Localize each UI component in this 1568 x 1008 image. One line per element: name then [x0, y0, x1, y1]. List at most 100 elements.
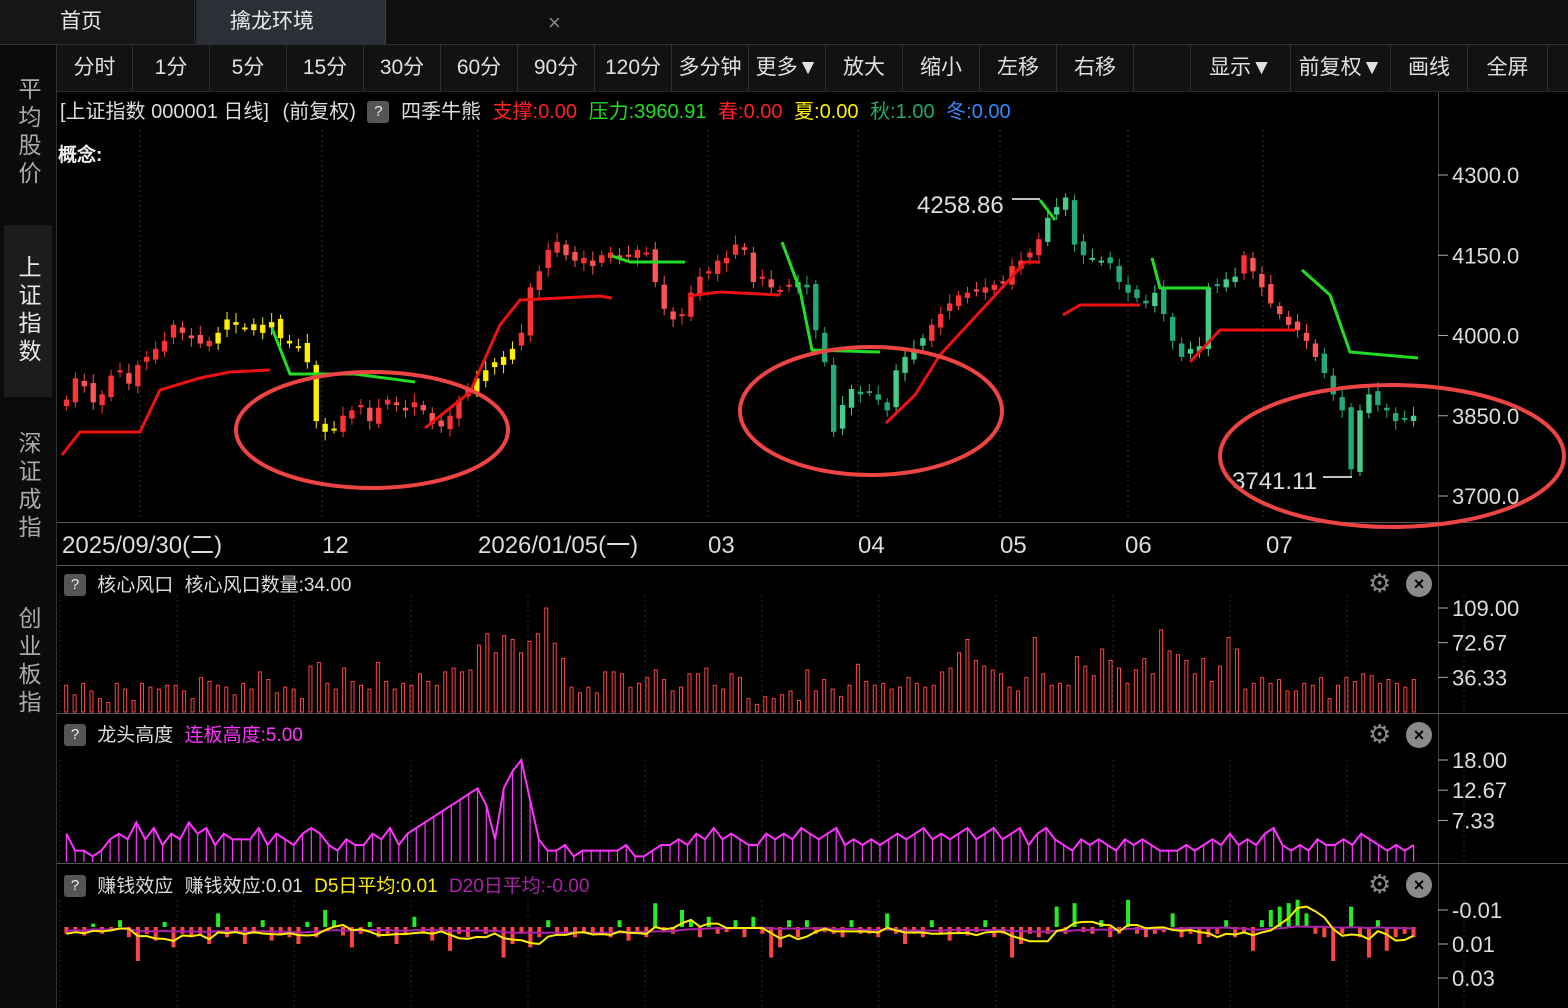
money-effect-bar	[207, 927, 212, 944]
core-wind-bar	[1352, 680, 1357, 713]
core-wind-bar	[738, 677, 742, 713]
money-effect-bar	[135, 927, 140, 961]
core-wind-bar	[788, 690, 793, 713]
core-wind-bar	[384, 680, 389, 713]
core-wind-bar	[1335, 684, 1340, 713]
candle-body	[527, 287, 534, 336]
pressure-line	[780, 241, 881, 354]
y-tick-label: 0.03	[1452, 966, 1495, 991]
high-price-label: 4258.86	[917, 192, 1004, 219]
candle-body	[750, 252, 757, 282]
core-wind-bar	[956, 652, 961, 713]
money-effect-bar	[1170, 913, 1175, 927]
money-effect-bar	[1108, 927, 1113, 938]
candle-body	[920, 338, 926, 346]
core-wind-bar	[1117, 667, 1122, 713]
core-wind-bar	[375, 661, 380, 713]
candle-body	[777, 290, 783, 293]
core-wind-bar	[409, 684, 414, 713]
support-line	[424, 294, 613, 430]
core-wind-bar	[468, 669, 473, 713]
money-effect-bar	[242, 927, 247, 944]
money-effect-bar	[216, 913, 221, 927]
core-wind-bar	[1226, 637, 1231, 713]
core-wind-bar	[1378, 682, 1383, 713]
candle-body	[233, 322, 239, 325]
money-effect-bar	[528, 927, 533, 948]
core-wind-bar	[889, 688, 894, 713]
core-wind-bar	[940, 671, 945, 713]
core-wind-bar	[1066, 684, 1071, 713]
core-wind-bar	[628, 686, 633, 713]
core-wind-bar	[990, 669, 995, 713]
money-effect-bar	[367, 921, 372, 927]
money-effect-bar	[180, 927, 185, 934]
candle-body	[875, 394, 881, 400]
candle-body	[1089, 257, 1096, 260]
core-wind-bar	[81, 682, 86, 713]
core-wind-bar	[1268, 682, 1273, 713]
money-effect-bar	[617, 920, 622, 927]
core-wind-bar	[443, 671, 448, 713]
candle-body	[1223, 279, 1229, 288]
candle-body	[1410, 415, 1417, 422]
core-wind-bar	[1251, 682, 1256, 713]
candle-body	[1107, 257, 1113, 264]
candle-body	[991, 284, 997, 291]
core-wind-bar	[973, 659, 978, 713]
candle-body	[536, 271, 542, 291]
core-wind-bar	[249, 688, 254, 713]
candle-body	[715, 260, 721, 274]
candle-body	[1375, 391, 1381, 406]
candle-body	[786, 284, 792, 287]
core-wind-bar	[746, 698, 751, 713]
x-tick-label: 03	[708, 532, 735, 559]
candle-body	[768, 279, 774, 288]
candle-body	[170, 324, 177, 338]
candle-body	[206, 340, 212, 347]
money-effect-bar	[510, 927, 515, 944]
money-effect-bar	[787, 920, 792, 927]
candle-body	[1348, 407, 1354, 470]
core-wind-bar	[460, 671, 465, 713]
candle-body	[590, 260, 596, 266]
index-chart[interactable]: 4300.0 4150.0 4000.0 3850.0 3700.0 2025/09/30…	[0, 0, 1568, 1008]
money-effect-bar	[1313, 927, 1318, 934]
core-wind-bar	[855, 663, 860, 713]
money-effect-bar	[965, 927, 970, 936]
core-wind-bar	[350, 680, 355, 713]
candle-body	[152, 348, 159, 360]
core-wind-bar	[1184, 659, 1189, 713]
candle-body	[1143, 300, 1149, 304]
core-wind-bar	[670, 690, 675, 713]
core-wind-bar	[232, 694, 237, 713]
money-effect-bar	[1126, 899, 1131, 927]
candle-body	[643, 252, 650, 255]
core-wind-bar	[999, 673, 1004, 713]
candle-body	[215, 332, 221, 344]
candle-body	[411, 402, 418, 408]
candle-body	[884, 402, 890, 411]
candle-body	[161, 340, 168, 352]
candle-body	[224, 319, 230, 330]
core-wind-bar	[561, 658, 566, 713]
candle-body	[402, 407, 409, 411]
candle-body	[1259, 273, 1265, 288]
core-wind-bar	[308, 665, 313, 713]
core-wind-bar	[266, 679, 271, 713]
core-wind-bar	[502, 635, 507, 713]
core-wind-bar	[358, 684, 363, 713]
money-effect-bar	[653, 903, 658, 927]
money-effect-bar	[1322, 927, 1327, 938]
core-wind-bar	[569, 686, 574, 713]
core-wind-bar	[813, 690, 818, 713]
candle-body	[545, 249, 551, 269]
candle-body	[625, 254, 632, 257]
core-wind-bar	[140, 682, 145, 713]
core-wind-bar	[822, 679, 827, 713]
core-wind-bar	[417, 673, 422, 713]
money-effect-bar	[1375, 920, 1380, 927]
core-wind-bar	[72, 694, 77, 713]
core-wind-bar	[215, 684, 220, 713]
core-wind-bar	[106, 701, 111, 713]
